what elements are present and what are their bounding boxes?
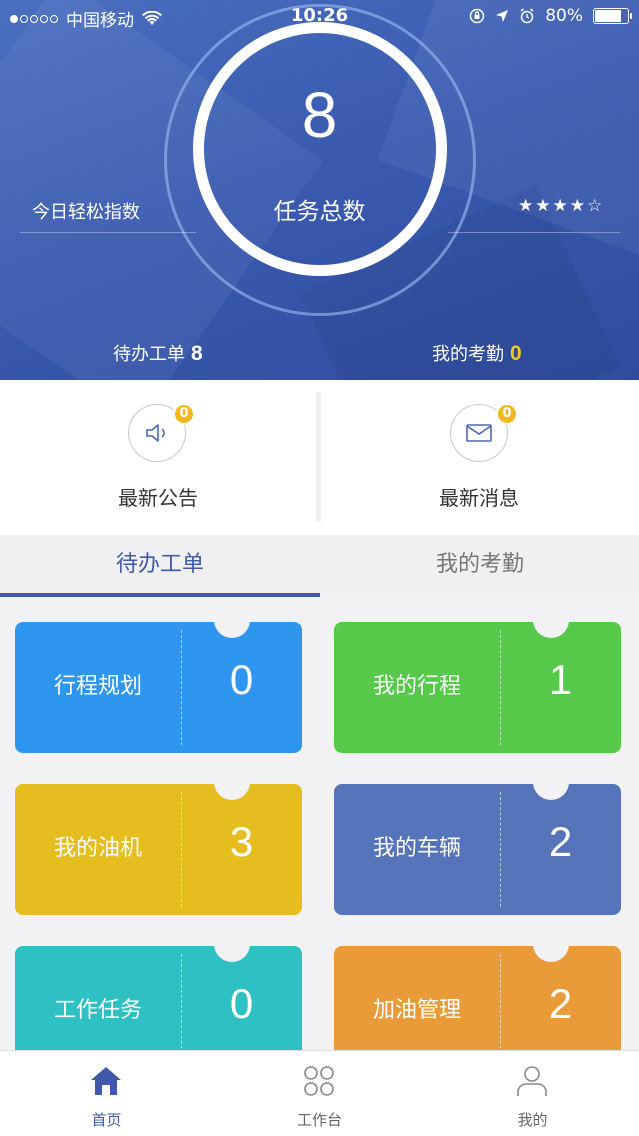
attendance-label: 我的考勤 [432,344,504,365]
tab-pending-orders[interactable]: 待办工单 [0,535,320,597]
notice-panel: 0 最新公告 0 最新消息 [0,380,639,535]
card-label: 工作任务 [53,998,142,1023]
user-icon [512,1063,552,1099]
pending-label: 待办工单 [113,344,185,365]
nav-label: 首页 [91,1111,122,1129]
divider [20,232,196,233]
tab-bar: 待办工单 我的考勤 [0,535,639,597]
card-label: 我的行程 [372,674,461,699]
home-icon [86,1063,126,1099]
card-label: 我的油机 [53,836,142,861]
nav-home[interactable]: 首页 [0,1051,213,1136]
divider [448,232,620,233]
announcement-badge: 0 [173,403,195,425]
card-my-generators[interactable]: 我的油机 3 [15,784,302,915]
card-count: 0 [229,980,254,1027]
battery-icon [593,8,632,24]
nav-label: 我的 [517,1111,548,1129]
pending-summary[interactable]: 待办工单 8 [113,340,203,366]
dashboard-header: 中国移动 10:26 80% 8 任务总数 今日轻松指数 ★★★★☆ 待办工单 … [0,0,639,380]
battery-percent: 80% [545,6,583,26]
pending-count: 8 [191,342,203,365]
message-badge: 0 [496,403,518,425]
card-count: 2 [548,980,573,1027]
nav-workbench[interactable]: 工作台 [213,1051,426,1136]
tab-indicator [0,593,320,597]
rotation-lock-icon [469,8,485,24]
attendance-count: 0 [510,342,522,365]
bottom-nav: 首页 工作台 我的 [0,1050,639,1136]
tab-attendance[interactable]: 我的考勤 [320,535,639,597]
card-count: 2 [548,818,573,865]
announcement-label: 最新公告 [118,486,198,510]
battery-level [595,10,621,22]
announcement-item[interactable]: 0 最新公告 [0,380,316,535]
nav-profile[interactable]: 我的 [426,1051,639,1136]
ease-rating-stars: ★★★★☆ [518,196,605,216]
card-my-trips[interactable]: 我的行程 1 [334,622,621,753]
card-my-vehicles[interactable]: 我的车辆 2 [334,784,621,915]
alarm-icon [520,8,534,24]
task-count: 8 [301,79,338,151]
nav-label: 工作台 [296,1111,342,1129]
location-icon [496,10,509,22]
card-label: 行程规划 [53,674,142,699]
card-count: 1 [548,656,573,703]
message-item[interactable]: 0 最新消息 [321,380,637,535]
attendance-summary[interactable]: 我的考勤 0 [432,340,522,366]
card-count: 0 [229,656,254,703]
grid-icon [299,1063,339,1099]
card-count: 3 [229,818,254,865]
card-label: 我的车辆 [372,836,461,861]
message-label: 最新消息 [439,486,519,510]
card-trip-planning[interactable]: 行程规划 0 [15,622,302,753]
ease-index-label: 今日轻松指数 [32,202,140,223]
card-label: 加油管理 [372,998,461,1023]
